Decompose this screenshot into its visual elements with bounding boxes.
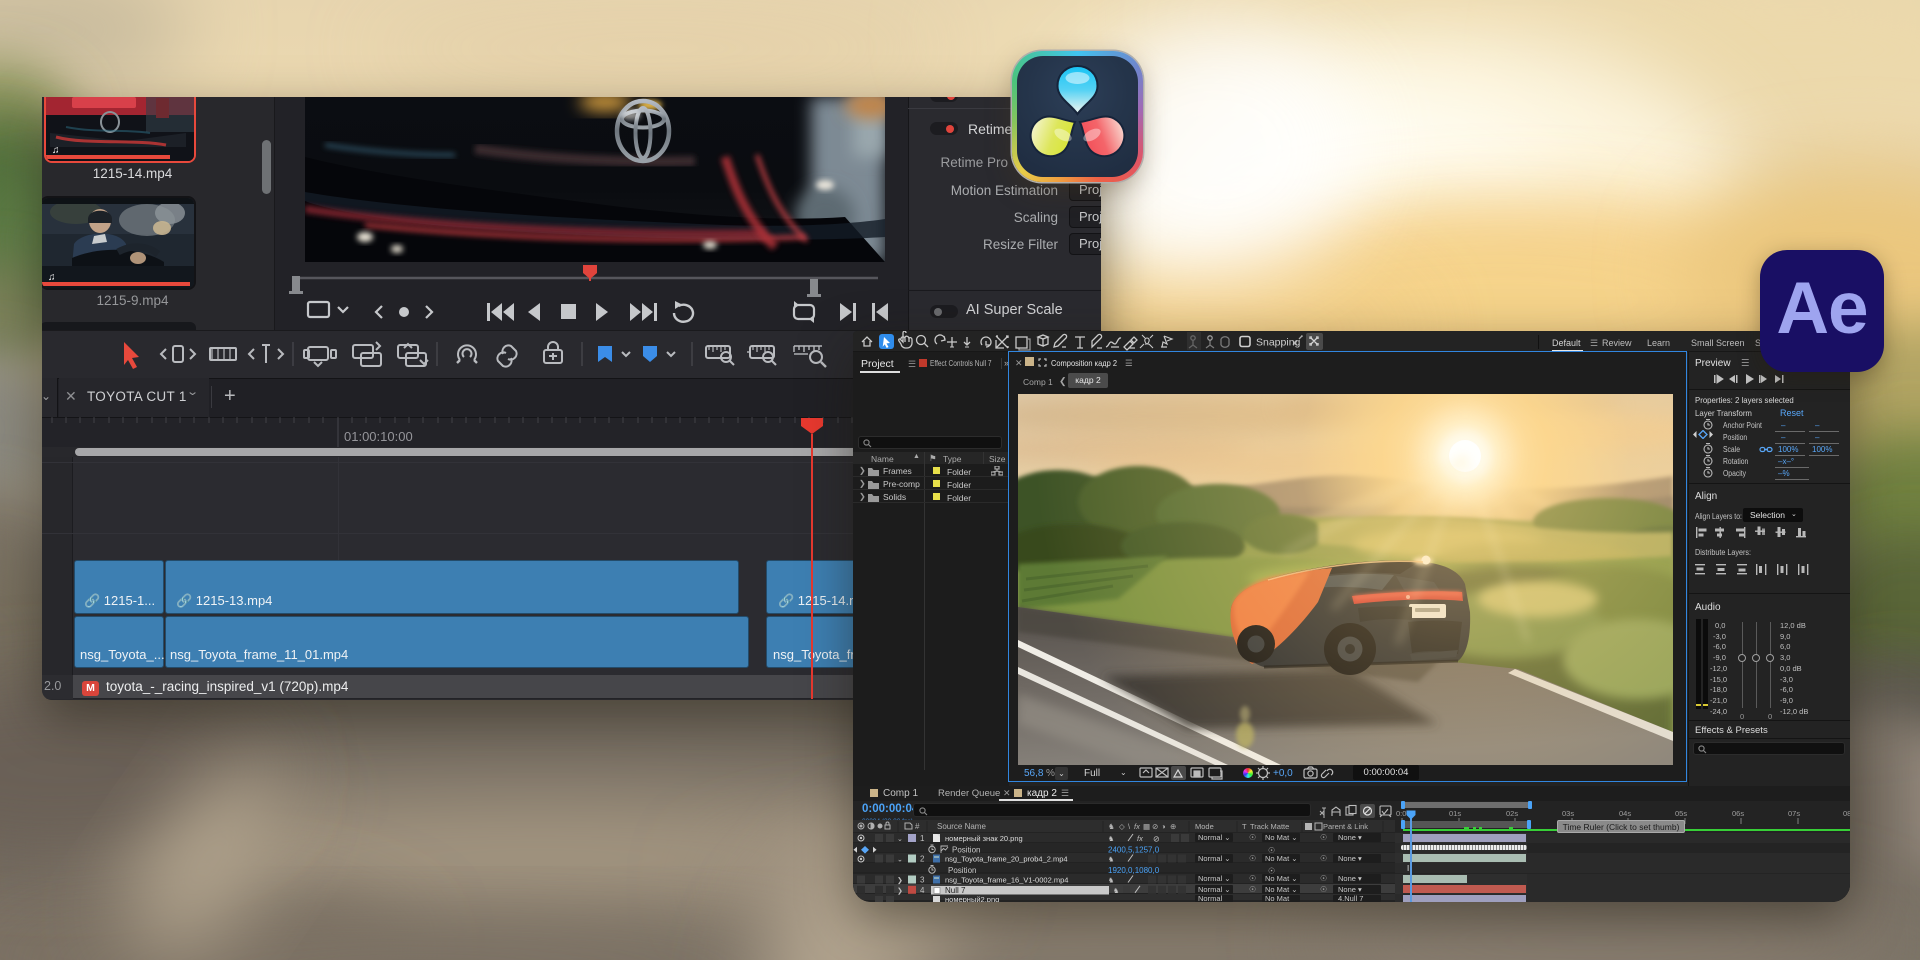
svg-text:1920,0,1080,0: 1920,0,1080,0	[1108, 866, 1160, 875]
svg-text:Position: Position	[948, 866, 976, 875]
svg-text:\: \	[1128, 822, 1131, 831]
svg-text:⊕: ⊕	[1170, 822, 1176, 831]
svg-text:Parent & Link: Parent & Link	[1323, 822, 1368, 831]
svg-text:#: #	[915, 822, 920, 831]
svg-text:♫: ♫	[52, 145, 60, 156]
svg-text:Mode: Mode	[1195, 822, 1214, 831]
svg-text:⊘: ⊘	[1153, 835, 1160, 844]
svg-text:♞: ♞	[1113, 887, 1119, 895]
svg-text:fx: fx	[1134, 822, 1140, 831]
svg-text:4: 4	[920, 886, 925, 895]
svg-text:⌄: ⌄	[897, 857, 903, 864]
svg-text:nsg_Toyota_frame_20_prob4_2.mp: nsg_Toyota_frame_20_prob4_2.mp4	[945, 855, 1068, 864]
svg-text:fx: fx	[1137, 834, 1143, 843]
svg-text:❯: ❯	[897, 887, 903, 895]
svg-text:1: 1	[920, 834, 925, 843]
svg-text:Track Matte: Track Matte	[1250, 822, 1289, 831]
svg-text:♫: ♫	[48, 272, 56, 283]
svg-text:♞: ♞	[1108, 835, 1114, 843]
svg-text:Source Name: Source Name	[937, 822, 986, 831]
svg-text:▦: ▦	[1143, 822, 1150, 831]
svg-text:♞: ♞	[1108, 856, 1114, 864]
svg-text:T: T	[1242, 822, 1247, 831]
svg-text:◇: ◇	[1119, 822, 1126, 831]
svg-text:♞: ♞	[1108, 877, 1114, 885]
svg-text:3: 3	[920, 876, 925, 885]
svg-text:Null 7: Null 7	[945, 886, 966, 895]
svg-text:Position: Position	[952, 846, 980, 855]
svg-text:номерный2.png: номерный2.png	[945, 895, 999, 902]
svg-text:❯: ❯	[897, 877, 903, 885]
svg-text:⌄: ⌄	[897, 836, 903, 843]
svg-text:2: 2	[920, 855, 925, 864]
svg-text:номерный знак 20.png: номерный знак 20.png	[945, 834, 1023, 843]
svg-text:⊘: ⊘	[1152, 822, 1158, 831]
svg-text:◑: ◑	[1161, 822, 1166, 831]
svg-text:nsg_Toyota_frame_16_V1-0002.mp: nsg_Toyota_frame_16_V1-0002.mp4	[945, 876, 1068, 885]
svg-text:2400,5,1257,0: 2400,5,1257,0	[1108, 846, 1160, 855]
svg-text:♞: ♞	[1108, 822, 1115, 831]
